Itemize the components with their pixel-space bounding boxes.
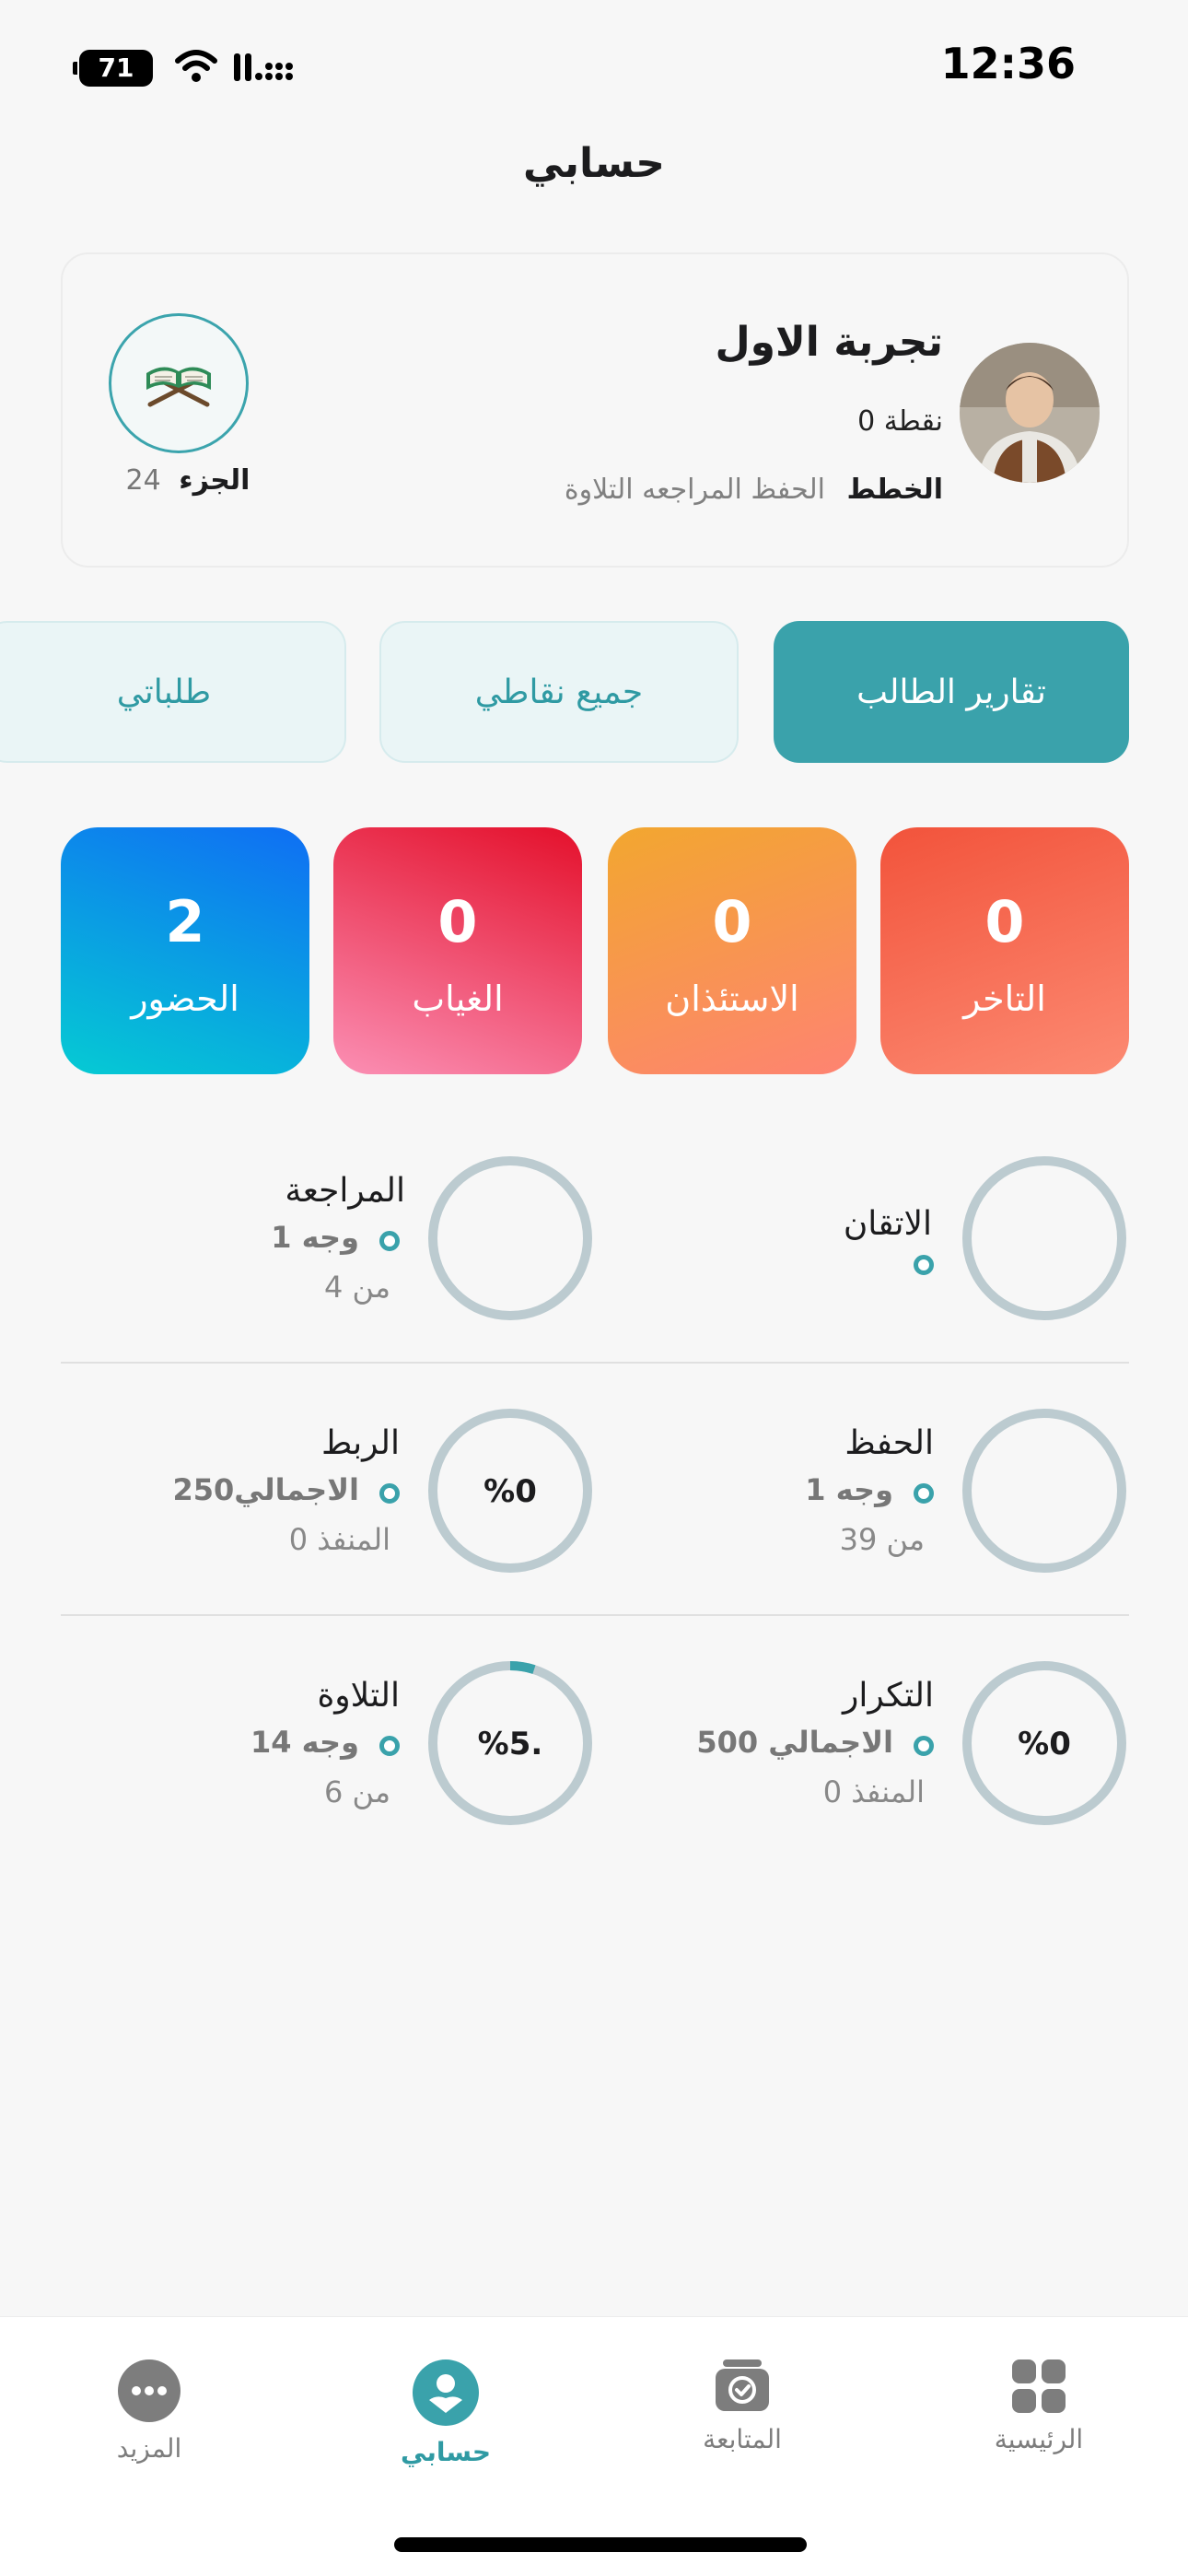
profile-card: تجربة الاول نقطة 0 الخطط الحفظ المراجعه …: [61, 252, 1129, 568]
battery-icon: 71: [73, 50, 153, 87]
stat-label: الحضور: [131, 978, 239, 1019]
part-line: الجزء 24: [114, 464, 262, 497]
home-indicator: [394, 2537, 807, 2552]
stat-value: 0: [437, 888, 478, 955]
stat-value: 0: [712, 888, 752, 955]
stat-value: 2: [165, 888, 205, 955]
recitation-detail: وجه 14: [250, 1725, 359, 1760]
linking-label: الربط: [320, 1424, 400, 1462]
review-detail: وجه 1: [271, 1220, 359, 1255]
part-value: 24: [125, 464, 161, 497]
recitation-progress-ring: %5.: [428, 1661, 592, 1825]
quran-icon: [109, 313, 249, 453]
repetition-bullet-icon: [914, 1736, 934, 1756]
account-screen: 71 12:36 حسابي تجربة الاول نقطة 0 الخطط …: [0, 0, 1188, 2576]
stat-label: الاستئذان: [665, 978, 799, 1019]
student-name: تجربة الاول: [715, 319, 944, 366]
profile-icon: [413, 2359, 479, 2426]
stat-card-attendance[interactable]: 2 الحضور: [61, 827, 309, 1074]
mastery-label: الاتقان: [843, 1205, 932, 1243]
memorization-progress-ring: [962, 1409, 1126, 1573]
recitation-from: من 6: [323, 1774, 390, 1809]
nav-home-label: الرئيسية: [994, 2424, 1084, 2454]
review-label: المراجعة: [285, 1172, 405, 1210]
memorization-label: الحفظ: [844, 1424, 934, 1462]
stat-card-absence[interactable]: 0 الغياب: [333, 827, 582, 1074]
linking-progress-ring: %0: [428, 1409, 592, 1573]
memorization-bullet-icon: [914, 1483, 934, 1504]
nav-my-account[interactable]: حسابي: [354, 2358, 538, 2467]
part-label: الجزء: [179, 464, 250, 497]
mastery-bullet-icon: [914, 1255, 934, 1275]
tab-student-reports[interactable]: تقارير الطالب: [774, 621, 1129, 763]
linking-bullet-icon: [379, 1483, 400, 1504]
repetition-from: المنفذ 0: [822, 1774, 925, 1809]
tab-my-requests[interactable]: طلباتي: [0, 621, 346, 763]
review-progress-ring: [428, 1156, 592, 1320]
status-bar: 71 12:36: [0, 0, 1188, 138]
repetition-label: التكرار: [843, 1677, 934, 1715]
plans-line: الخطط الحفظ المراجعه التلاوة: [565, 474, 943, 506]
recitation-percent: %5.: [478, 1726, 543, 1762]
memorization-from: من 39: [839, 1522, 925, 1557]
points-text: نقطة 0: [857, 405, 943, 438]
linking-from: المنفذ 0: [288, 1522, 390, 1557]
nav-home[interactable]: الرئيسية: [947, 2358, 1131, 2454]
mastery-progress-ring: [962, 1156, 1126, 1320]
wifi-icon: [175, 50, 217, 82]
stat-card-permission[interactable]: 0 الاستئذان: [608, 827, 856, 1074]
review-bullet-icon: [379, 1231, 400, 1251]
tab-all-points[interactable]: جميع نقاطي: [379, 621, 739, 763]
stat-card-late[interactable]: 0 التاخر: [880, 827, 1129, 1074]
recitation-bullet-icon: [379, 1736, 400, 1756]
section-divider: [61, 1614, 1129, 1616]
recitation-label: التلاوة: [317, 1677, 400, 1715]
stat-label: التاخر: [963, 978, 1046, 1019]
signal-icon: [234, 53, 293, 81]
repetition-percent: %0: [1018, 1726, 1071, 1762]
avatar[interactable]: [960, 343, 1100, 483]
nav-tracking[interactable]: المتابعة: [650, 2358, 834, 2454]
nav-more[interactable]: المزيد: [57, 2358, 241, 2464]
section-divider: [61, 1362, 1129, 1364]
tracking-icon: [716, 2359, 769, 2411]
plans-label: الخطط: [846, 474, 943, 506]
grid-icon: [1012, 2359, 1066, 2413]
nav-my-account-label: حسابي: [400, 2437, 492, 2467]
linking-detail: الاجمالي250: [172, 1472, 359, 1507]
review-from: من 4: [323, 1270, 390, 1305]
repetition-progress-ring: %0: [962, 1661, 1126, 1825]
status-time: 12:36: [940, 39, 1076, 88]
nav-more-label: المزيد: [116, 2433, 182, 2464]
nav-tracking-label: المتابعة: [703, 2424, 782, 2454]
memorization-detail: وجه 1: [805, 1472, 893, 1507]
stat-value: 0: [984, 888, 1025, 955]
more-icon: [118, 2359, 181, 2422]
repetition-detail: الاجمالي 500: [696, 1725, 893, 1760]
stat-label: الغياب: [412, 978, 504, 1019]
linking-percent: %0: [483, 1473, 537, 1510]
page-title: حسابي: [522, 140, 666, 187]
plans-value: الحفظ المراجعه التلاوة: [564, 474, 825, 506]
